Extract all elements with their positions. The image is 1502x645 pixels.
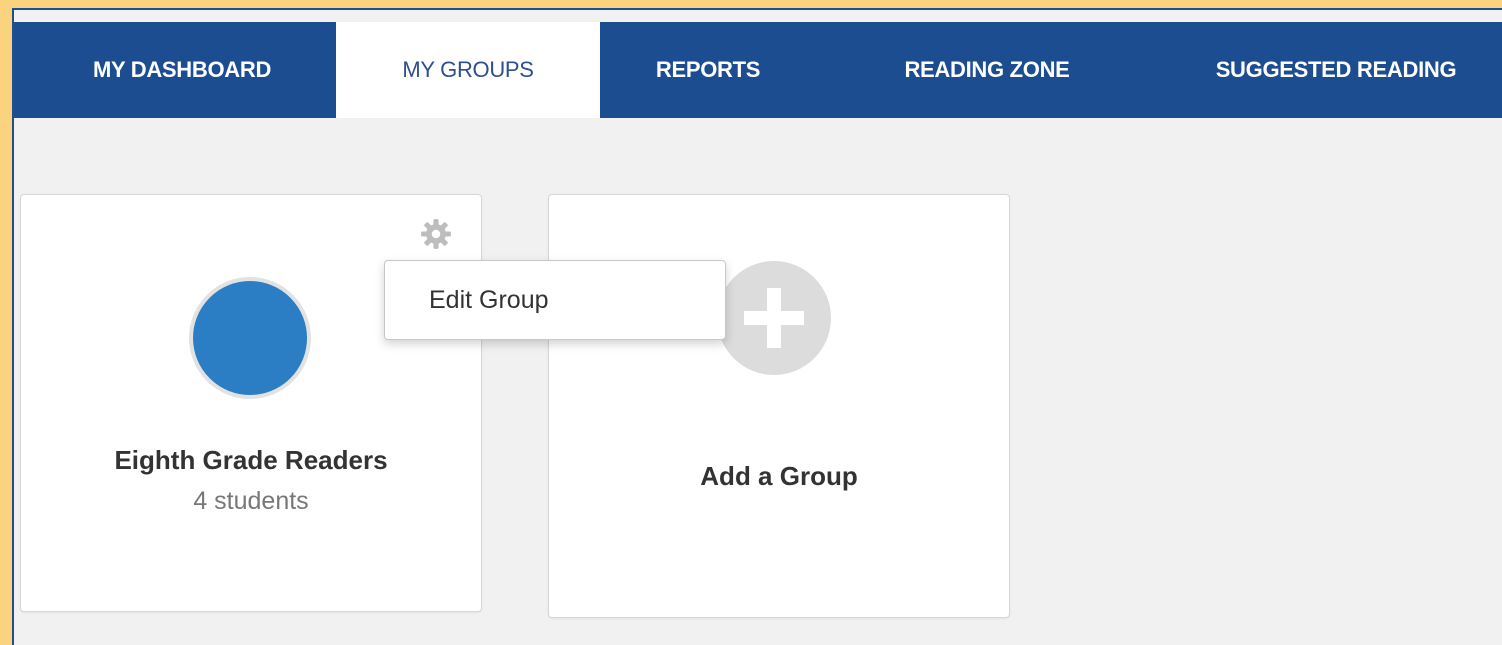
- group-card[interactable]: Eighth Grade Readers 4 students: [20, 194, 482, 612]
- app-window: MY DASHBOARD MY GROUPS REPORTS READING Z…: [12, 8, 1502, 645]
- screenshot-frame: MY DASHBOARD MY GROUPS REPORTS READING Z…: [0, 0, 1502, 645]
- add-group-card[interactable]: Add a Group: [548, 194, 1010, 618]
- group-avatar: [189, 277, 311, 399]
- group-options-menu: Edit Group: [384, 260, 726, 340]
- add-group-label[interactable]: Add a Group: [549, 461, 1009, 492]
- plus-bar-vertical: [767, 288, 781, 348]
- tab-reading-zone[interactable]: READING ZONE: [882, 22, 1092, 118]
- plus-icon[interactable]: [717, 261, 831, 375]
- tab-my-dashboard[interactable]: MY DASHBOARD: [62, 22, 302, 118]
- group-name[interactable]: Eighth Grade Readers: [21, 445, 481, 476]
- tab-suggested-reading[interactable]: SUGGESTED READING: [1186, 22, 1486, 118]
- gear-icon[interactable]: [419, 217, 453, 251]
- group-student-count: 4 students: [193, 487, 309, 515]
- groups-content: Eighth Grade Readers 4 students Add a Gr…: [14, 118, 1502, 645]
- top-navigation: MY DASHBOARD MY GROUPS REPORTS READING Z…: [14, 22, 1502, 118]
- tab-reports[interactable]: REPORTS: [634, 22, 782, 118]
- menu-item-edit-group[interactable]: Edit Group: [385, 261, 725, 339]
- tab-my-groups[interactable]: MY GROUPS: [336, 22, 600, 118]
